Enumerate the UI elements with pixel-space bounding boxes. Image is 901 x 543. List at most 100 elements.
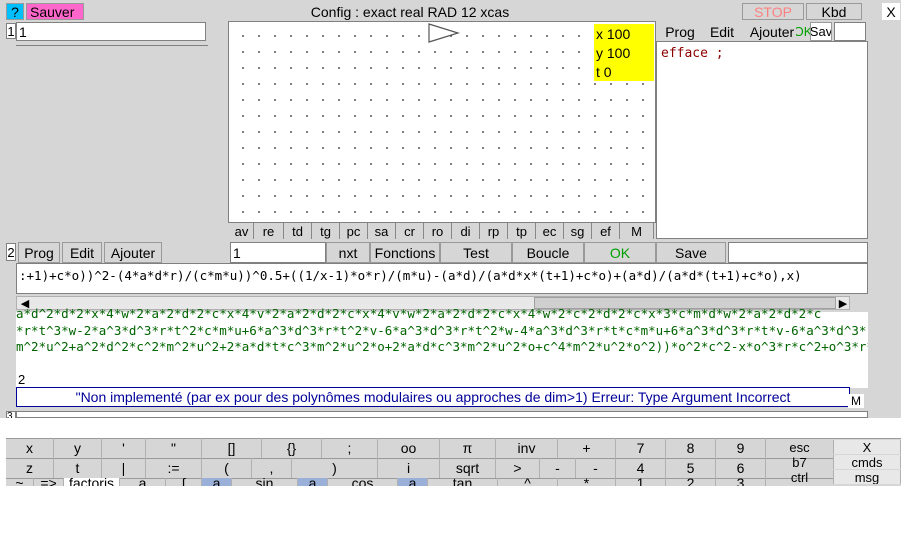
turtle-tool-td[interactable]: td xyxy=(284,223,312,240)
level2-save-button[interactable]: Save xyxy=(656,242,726,263)
key-9[interactable]: 9 xyxy=(716,438,766,458)
key-factoris[interactable]: factoris xyxy=(64,478,120,486)
turtle-tool-m[interactable]: M xyxy=(620,223,654,240)
key-lparen[interactable]: ( xyxy=(202,458,252,478)
key-times[interactable]: * xyxy=(558,478,616,486)
key-8[interactable]: 8 xyxy=(666,438,716,458)
turtle-tool-rp[interactable]: rp xyxy=(480,223,508,240)
key-comma[interactable]: , xyxy=(252,458,292,478)
key-a1[interactable]: a xyxy=(120,478,166,486)
key-pi[interactable]: π xyxy=(440,438,496,458)
expression-input[interactable]: :+1)+c*o))^2-(4*a*d*r)/(c*m*u))^0.5+((1/… xyxy=(16,263,868,294)
turtle-tool-av[interactable]: av xyxy=(230,223,254,240)
key-inv[interactable]: inv xyxy=(496,438,558,458)
prog-filename-input[interactable] xyxy=(834,22,866,41)
turtle-x: x 100 xyxy=(596,26,631,42)
key-rparen[interactable]: ) xyxy=(292,458,378,478)
turtle-tool-tg[interactable]: tg xyxy=(312,223,340,240)
boucle-button[interactable]: Boucle xyxy=(512,242,584,263)
key-minus-b[interactable]: - xyxy=(576,458,616,478)
key-7[interactable]: 7 xyxy=(616,438,666,458)
key-cmds[interactable]: cmds xyxy=(834,455,901,469)
key-integral[interactable]: ∫ xyxy=(166,478,202,486)
kbd-button[interactable]: Kbd xyxy=(806,3,862,20)
key-1[interactable]: 1 xyxy=(616,478,666,486)
key-5[interactable]: 5 xyxy=(666,458,716,478)
turtle-tool-sg[interactable]: sg xyxy=(564,223,592,240)
edit-menu[interactable]: Edit xyxy=(704,22,740,41)
turtle-tool-ec[interactable]: ec xyxy=(536,223,564,240)
error-message[interactable]: "Non implementé (par ex pour des polynôm… xyxy=(16,387,850,407)
key-a2[interactable]: a xyxy=(202,478,232,486)
key-infinity[interactable]: oo xyxy=(378,438,440,458)
test-button[interactable]: Test xyxy=(440,242,512,263)
level2-m-button[interactable]: M xyxy=(848,394,864,408)
key-pipe[interactable]: | xyxy=(102,458,146,478)
key-tan[interactable]: tan xyxy=(428,478,498,486)
key-z[interactable]: z xyxy=(6,458,54,478)
key-esc[interactable]: esc xyxy=(766,440,834,454)
program-editor[interactable]: efface ; xyxy=(656,41,868,239)
key-a4[interactable]: a xyxy=(398,478,428,486)
fonctions-button[interactable]: Fonctions xyxy=(370,242,440,263)
key-greater[interactable]: > xyxy=(496,458,540,478)
level2-input[interactable]: 1 xyxy=(230,242,326,263)
save-button[interactable]: Sauver xyxy=(26,3,84,20)
nxt-button[interactable]: nxt xyxy=(326,242,370,263)
key-y[interactable]: y xyxy=(54,438,102,458)
turtle-canvas[interactable] xyxy=(228,21,656,223)
config-label[interactable]: Config : exact real RAD 12 xcas xyxy=(84,3,736,20)
stop-button[interactable]: STOP xyxy=(742,3,804,20)
key-tilde[interactable]: ~ xyxy=(6,478,34,486)
key-ctrl[interactable]: ctrl xyxy=(766,470,834,484)
level1-number[interactable]: 1 xyxy=(6,23,16,39)
key-3[interactable]: 3 xyxy=(716,478,766,486)
turtle-tool-pc[interactable]: pc xyxy=(340,223,368,240)
key-2[interactable]: 2 xyxy=(666,478,716,486)
close-button[interactable]: X xyxy=(882,3,900,20)
level2-prog-menu[interactable]: Prog xyxy=(18,242,60,263)
level2-filename-input[interactable] xyxy=(728,242,868,263)
key-sin[interactable]: sin xyxy=(232,478,298,486)
key-i[interactable]: i xyxy=(378,458,440,478)
level2-ok-button[interactable]: OK xyxy=(584,242,656,263)
level1-input[interactable]: 1 xyxy=(16,22,206,41)
key-sqrt[interactable]: sqrt xyxy=(440,458,496,478)
key-braces[interactable]: {} xyxy=(262,438,322,458)
prog-menu[interactable]: Prog xyxy=(660,22,700,41)
level2-edit-menu[interactable]: Edit xyxy=(62,242,102,263)
turtle-tool-tp[interactable]: tp xyxy=(508,223,536,240)
key-close-x[interactable]: X xyxy=(834,440,901,454)
key-cos[interactable]: cos xyxy=(328,478,398,486)
key-b7[interactable]: b7 xyxy=(766,455,834,469)
add-menu[interactable]: Ajouter xyxy=(748,22,796,41)
key-quote[interactable]: ' xyxy=(102,438,146,458)
key-assign[interactable]: := xyxy=(146,458,202,478)
key-4[interactable]: 4 xyxy=(616,458,666,478)
key-msg[interactable]: msg xyxy=(834,470,901,484)
turtle-tool-sa[interactable]: sa xyxy=(368,223,396,240)
key-t[interactable]: t xyxy=(54,458,102,478)
output-line-1: *r*t^3*w-2*a^3*d^3*r*t^2*c*m*u+6*a^3*d^3… xyxy=(16,323,868,338)
key-6[interactable]: 6 xyxy=(716,458,766,478)
prog-ok-button[interactable]: OK xyxy=(796,22,810,41)
level2-add-menu[interactable]: Ajouter xyxy=(104,242,162,263)
turtle-tool-ro[interactable]: ro xyxy=(424,223,452,240)
key-power[interactable]: ^ xyxy=(498,478,558,486)
key-plus[interactable]: + xyxy=(558,438,616,458)
key-semicolon[interactable]: ; xyxy=(322,438,378,458)
prog-sav-button[interactable]: Sav xyxy=(810,22,832,41)
level3-bar[interactable] xyxy=(16,411,868,418)
help-button[interactable]: ? xyxy=(6,3,24,20)
key-minus-a[interactable]: - xyxy=(540,458,576,478)
key-implies[interactable]: => xyxy=(34,478,64,486)
turtle-tool-di[interactable]: di xyxy=(452,223,480,240)
turtle-tool-re[interactable]: re xyxy=(254,223,284,240)
key-x[interactable]: x xyxy=(6,438,54,458)
key-dquote[interactable]: " xyxy=(146,438,202,458)
turtle-tool-cr[interactable]: cr xyxy=(396,223,424,240)
key-a3[interactable]: a xyxy=(298,478,328,486)
level2-number[interactable]: 2 xyxy=(6,243,16,261)
turtle-tool-ef[interactable]: ef xyxy=(592,223,620,240)
key-brackets[interactable]: [] xyxy=(202,438,262,458)
